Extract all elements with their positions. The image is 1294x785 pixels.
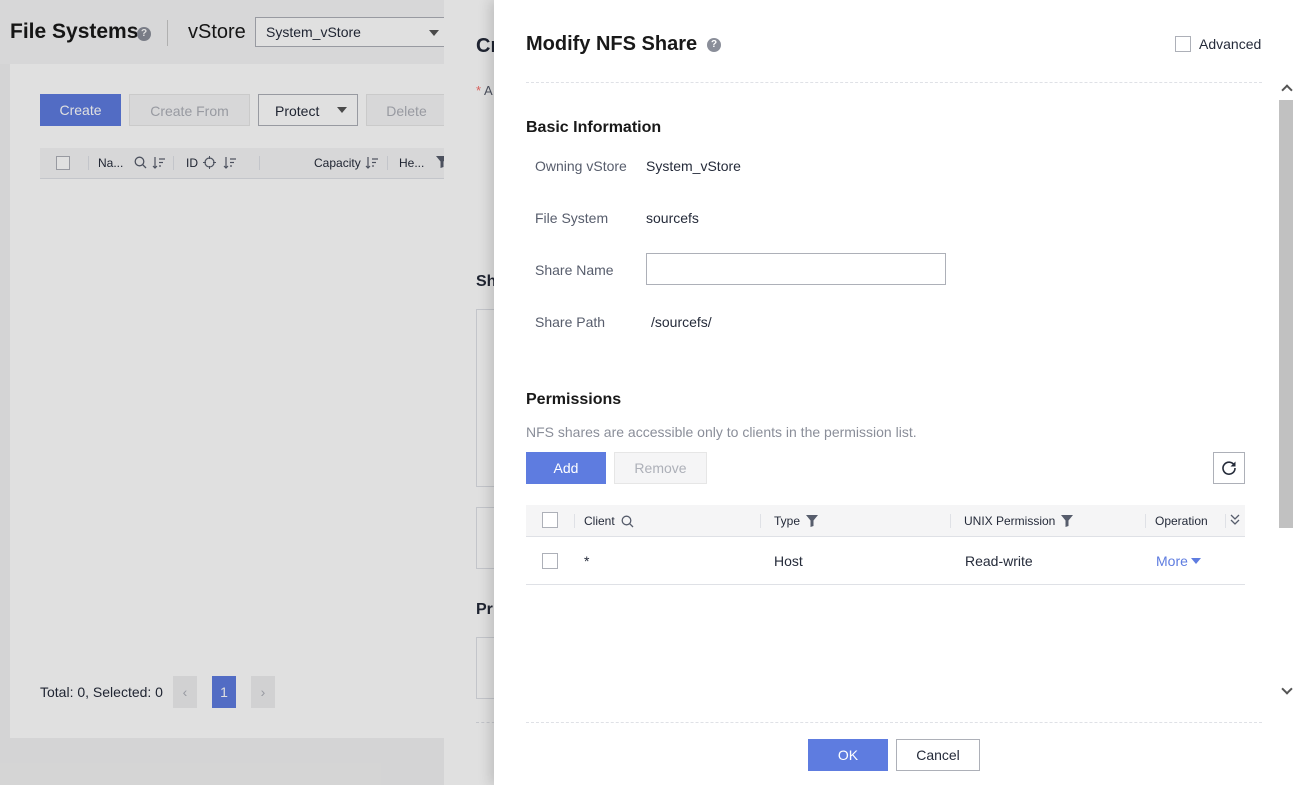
column-client[interactable]: Client (584, 514, 615, 528)
search-icon[interactable] (621, 515, 634, 528)
select-all-checkbox[interactable] (542, 512, 558, 528)
column-operation: Operation (1155, 514, 1208, 528)
client-cell: * (584, 553, 590, 569)
row-checkbox[interactable] (542, 553, 558, 569)
header-divider (526, 82, 1262, 83)
permissions-title: Permissions (526, 391, 622, 408)
column-divider (1145, 514, 1146, 528)
drawer-title: Modify NFS Share (526, 33, 698, 55)
overlay-mask[interactable] (0, 0, 494, 785)
owning-vstore-label: Owning vStore (535, 158, 627, 174)
advanced-label: Advanced (1199, 36, 1262, 52)
help-icon[interactable]: ? (707, 38, 721, 52)
column-divider (950, 514, 951, 528)
permissions-table-header: Client Type UNIX Permission Operation (526, 505, 1245, 537)
footer-divider (526, 722, 1262, 723)
remove-permission-button[interactable]: Remove (614, 452, 707, 484)
table-row: * Host Read-write More (526, 537, 1245, 585)
column-unix-permission[interactable]: UNIX Permission (964, 514, 1055, 528)
type-cell: Host (774, 553, 803, 569)
owning-vstore-value: System_vStore (646, 158, 741, 174)
share-path-label: Share Path (535, 314, 606, 330)
column-type[interactable]: Type (774, 514, 800, 528)
file-system-label: File System (535, 210, 609, 226)
share-name-label: Share Name (535, 262, 614, 278)
modify-nfs-share-drawer: Modify NFS Share ? Advanced Basic Inform… (494, 0, 1294, 785)
cancel-button[interactable]: Cancel (896, 739, 980, 771)
column-divider (760, 514, 761, 528)
share-name-input[interactable] (646, 253, 946, 285)
advanced-toggle[interactable]: Advanced (1175, 36, 1261, 52)
column-divider (574, 514, 575, 528)
basic-information-title: Basic Information (526, 119, 662, 136)
file-system-value: sourcefs (646, 210, 699, 226)
refresh-button[interactable] (1213, 452, 1245, 484)
chevron-down-icon (1190, 558, 1201, 564)
unix-permission-cell: Read-write (965, 553, 1033, 569)
scrollbar-thumb[interactable] (1279, 100, 1293, 528)
permissions-hint: NFS shares are accessible only to client… (526, 424, 917, 440)
column-divider (1225, 514, 1226, 528)
filter-icon[interactable] (1061, 515, 1073, 527)
filter-icon[interactable] (806, 515, 818, 527)
advanced-checkbox[interactable] (1175, 36, 1191, 52)
ok-button[interactable]: OK (808, 739, 888, 771)
refresh-icon (1222, 461, 1236, 475)
double-chevron-down-icon[interactable] (1230, 514, 1240, 526)
share-path-value: /sourcefs/ (651, 314, 712, 330)
add-permission-button[interactable]: Add (526, 452, 606, 484)
more-dropdown[interactable]: More (1156, 553, 1201, 569)
more-label: More (1156, 553, 1188, 569)
